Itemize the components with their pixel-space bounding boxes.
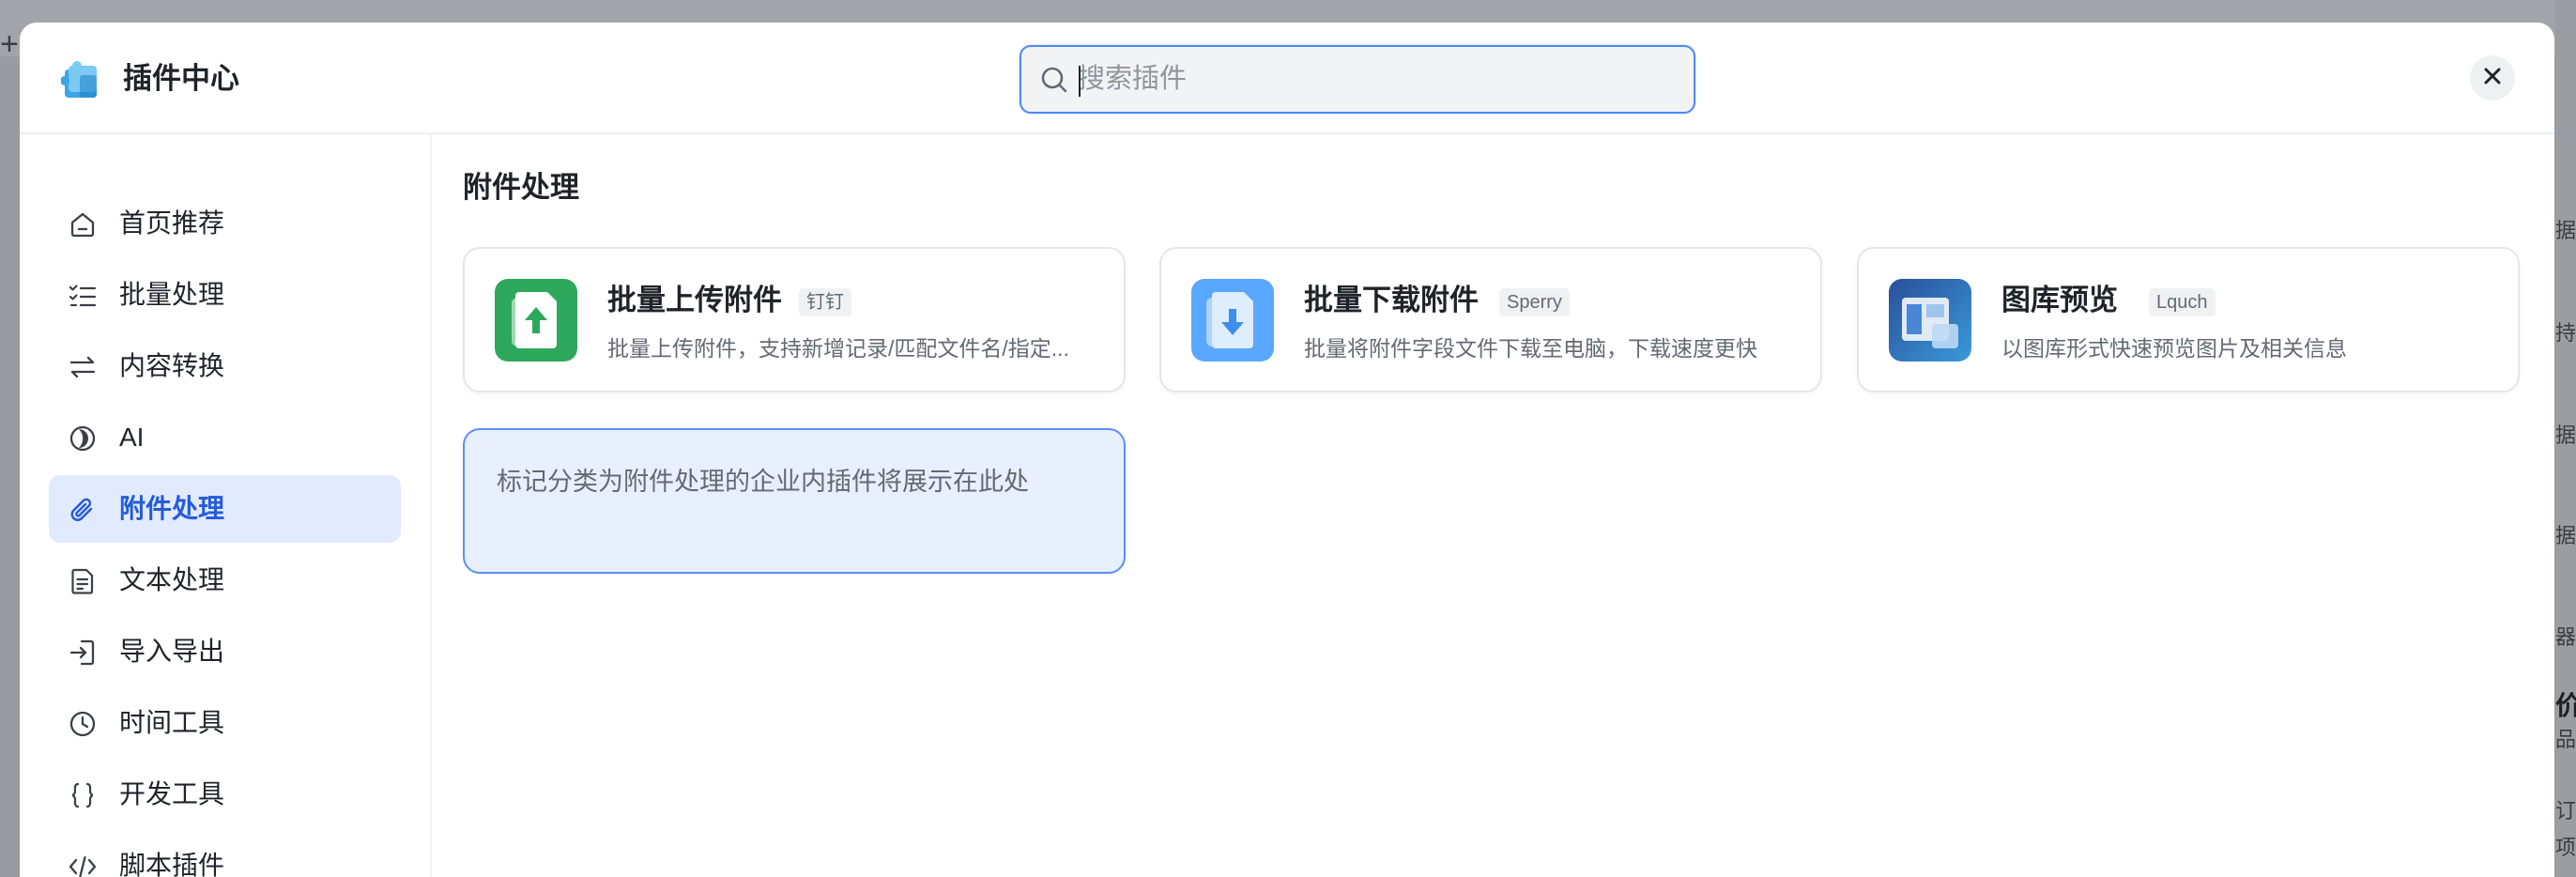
plugin-description: 以图库形式快速预览图片及相关信息 [2001,336,2347,361]
background-text: 订 [2555,799,2576,823]
background-text: 据 [2555,524,2576,547]
plugin-author-badge: 钉钉 [799,288,851,316]
modal-title: 插件中心 [123,62,239,95]
sidebar-item-label: 脚本插件 [119,851,225,877]
plugin-description: 批量上传附件，支持新增记录/匹配文件名/指定... [607,336,1069,361]
ai-icon [68,423,98,454]
sidebar-item-script[interactable]: 脚本插件 [49,832,401,877]
background-text: 品 [2555,728,2576,751]
puzzle-logo-icon [60,58,102,100]
plugin-card-gallery-preview[interactable]: 图库预览 Lquch 以图库形式快速预览图片及相关信息 [1857,247,2520,392]
sidebar-item-label: 时间工具 [119,708,225,737]
import-icon [68,638,98,668]
text-caret [1079,66,1081,97]
plugin-card-batch-upload[interactable]: 批量上传附件 钉钉 批量上传附件，支持新增记录/匹配文件名/指定... [463,247,1126,392]
category-sidebar: 首页推荐 批量处理 内容转换 AI 附件处理 文本处理 导入导出 时间工具 开发… [20,134,432,877]
plugin-author-badge: Sperry [1499,288,1570,316]
sidebar-item-convert[interactable]: 内容转换 [49,332,401,400]
sidebar-item-batch[interactable]: 批量处理 [49,261,401,329]
checklist-icon [68,281,98,311]
plugin-author-badge: Lquch [2149,288,2216,316]
close-icon [2482,66,2503,91]
plugin-card-batch-download[interactable]: 批量下载附件 Sperry 批量将附件字段文件下载至电脑，下载速度更快 [1159,247,1822,392]
modal-header: 插件中心 [20,23,2554,134]
sidebar-item-dev[interactable]: 开发工具 [49,761,401,828]
background-text: 据 [2555,219,2576,242]
sidebar-item-ai[interactable]: AI [49,404,401,471]
close-button[interactable] [2470,55,2515,100]
plugin-name: 批量上传附件 [607,284,782,316]
download-file-icon [1191,279,1274,362]
search-icon [1038,64,1070,96]
upload-file-icon [495,279,577,362]
background-plus-icon: + [0,26,19,62]
background-text: 器， [2555,625,2576,649]
sidebar-item-label: 文本处理 [119,565,225,594]
plugin-description: 批量将附件字段文件下载至电脑，下载速度更快 [1304,336,1757,361]
enterprise-plugin-placeholder: 标记分类为附件处理的企业内插件将展示在此处 [463,428,1126,574]
plugin-name: 批量下载附件 [1304,284,1479,316]
sidebar-item-import-export[interactable]: 导入导出 [49,618,401,685]
code-icon [68,852,98,877]
section-title: 附件处理 [463,171,579,204]
document-icon [68,566,98,596]
search-input[interactable] [1078,56,1679,101]
plugin-center-modal: 插件中心 首页推荐 [20,23,2554,877]
background-text: 价 [2555,691,2576,720]
sidebar-item-text[interactable]: 文本处理 [49,546,401,614]
braces-icon [68,780,98,810]
sidebar-item-label: 首页推荐 [119,208,225,238]
plugin-name: 图库预览 [2001,284,2118,316]
sidebar-item-attachment[interactable]: 附件处理 [49,475,401,543]
sidebar-item-label: AI [119,423,145,452]
sidebar-item-time[interactable]: 时间工具 [49,689,401,757]
sidebar-item-label: 附件处理 [119,494,225,523]
paperclip-icon [68,495,98,525]
home-icon [68,209,98,239]
search-box[interactable] [1020,45,1695,114]
sidebar-item-label: 导入导出 [119,637,225,666]
sidebar-item-label: 批量处理 [119,280,225,309]
clock-icon [68,709,98,739]
background-text: 据 [2555,423,2576,447]
sidebar-item-home[interactable]: 首页推荐 [49,190,401,257]
background-text: 项 [2555,836,2576,859]
swap-arrows-icon [68,352,98,382]
background-text: 持 [2555,321,2576,345]
gallery-icon [1889,279,1971,362]
placeholder-text: 标记分类为附件处理的企业内插件将展示在此处 [497,468,1029,496]
sidebar-item-label: 内容转换 [119,351,225,380]
sidebar-item-label: 开发工具 [119,779,225,808]
